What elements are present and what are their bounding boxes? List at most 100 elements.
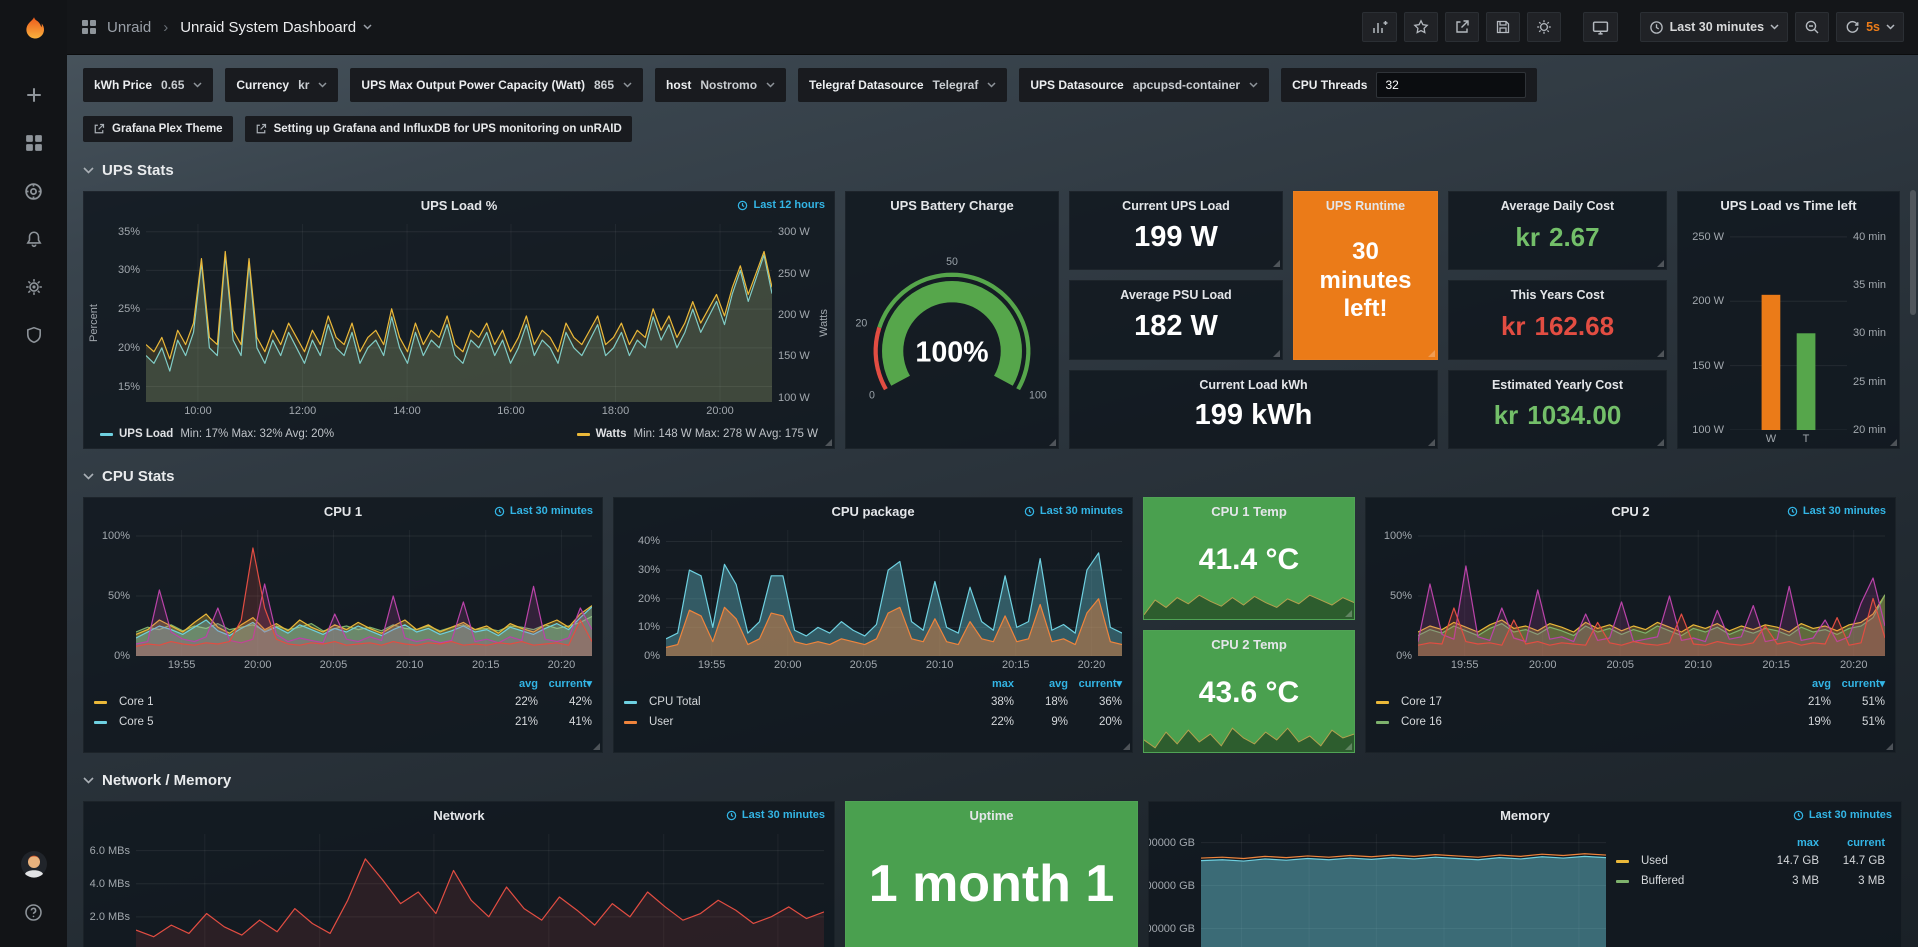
panel-title[interactable]: CPU 2 Temp: [1211, 637, 1287, 652]
add-panel-button[interactable]: [1362, 12, 1397, 42]
legend-sort-header[interactable]: current▾: [1831, 677, 1885, 690]
sidebar-item-configuration[interactable]: [13, 266, 55, 308]
legend-sort-header[interactable]: current: [1819, 837, 1885, 849]
legend-row[interactable]: Buffered3 MB3 MB: [1616, 871, 1885, 891]
sidebar-item-alerting[interactable]: [13, 218, 55, 260]
panel-time-range[interactable]: Last 30 minutes: [1024, 498, 1123, 524]
dashboard-title[interactable]: Unraid System Dashboard: [180, 19, 372, 36]
time-range-picker[interactable]: Last 30 minutes: [1640, 12, 1788, 42]
panel-time-range[interactable]: Last 12 hours: [737, 192, 825, 218]
panel-time-range[interactable]: Last 30 minutes: [726, 802, 825, 828]
variable-value[interactable]: Telegraf: [933, 78, 979, 92]
legend-row[interactable]: CPU Total38%18%36%: [624, 692, 1122, 712]
variable-telegraf-datasource[interactable]: Telegraf DatasourceTelegraf: [798, 68, 1007, 102]
panel-title[interactable]: Average Daily Cost: [1449, 199, 1666, 213]
legend-sort-header[interactable]: avg: [1777, 678, 1831, 690]
refresh-picker[interactable]: 5s: [1836, 12, 1904, 42]
legend-sort-header[interactable]: max: [960, 678, 1014, 690]
help-icon[interactable]: [13, 891, 55, 933]
memory-chart[interactable]: 50.000000 GB60.000000 GB70.000000 GB: [1149, 828, 1616, 947]
panel-title[interactable]: Uptime: [969, 808, 1013, 823]
variable-host[interactable]: hostNostromo: [655, 68, 786, 102]
legend-sort-header[interactable]: max: [1753, 837, 1819, 849]
ups-load-vs-time-chart[interactable]: 100 W150 W200 W250 W20 min25 min30 min35…: [1678, 218, 1899, 448]
legend-sort-header[interactable]: current▾: [1068, 677, 1122, 690]
legend-row[interactable]: User22%9%20%: [624, 712, 1122, 732]
variable-value[interactable]: 0.65: [161, 78, 184, 92]
legend-row[interactable]: Core 521%41%: [94, 712, 592, 732]
zoom-out-button[interactable]: [1795, 12, 1829, 42]
section-header-cpu[interactable]: CPU Stats: [83, 465, 1902, 487]
variable-kwh-price[interactable]: kWh Price0.65: [83, 68, 213, 102]
panel-time-range[interactable]: Last 30 minutes: [494, 498, 593, 524]
panel-title[interactable]: CPU 1: [324, 504, 362, 519]
panel-time-range[interactable]: Last 30 minutes: [1793, 802, 1892, 828]
star-dashboard-button[interactable]: [1404, 12, 1438, 42]
variable-value[interactable]: apcupsd-container: [1133, 78, 1240, 92]
variable-ups-max-output-power-capacity-watt[interactable]: UPS Max Output Power Capacity (Watt)865: [350, 68, 643, 102]
variable-ups-datasource[interactable]: UPS Datasourceapcupsd-container: [1019, 68, 1269, 102]
legend-row[interactable]: Core 1619%51%: [1376, 712, 1885, 732]
variable-cpu-threads[interactable]: CPU Threads: [1281, 68, 1537, 102]
panel-title[interactable]: This Years Cost: [1449, 288, 1666, 302]
panel-title[interactable]: Current Load kWh: [1070, 378, 1437, 392]
cycle-view-mode-button[interactable]: [1583, 12, 1618, 42]
sidebar-item-server-admin[interactable]: [13, 314, 55, 356]
scrollbar-thumb[interactable]: [1910, 190, 1916, 315]
chart-plot[interactable]: [1418, 530, 1885, 656]
dashboard-link[interactable]: Setting up Grafana and InfluxDB for UPS …: [245, 116, 632, 142]
battery-gauge[interactable]: 02050100100%: [846, 218, 1058, 448]
legend-item[interactable]: UPS Load Min: 17% Max: 32% Avg: 20%: [100, 428, 334, 440]
panel-title[interactable]: Network: [433, 808, 484, 823]
legend-sort-header[interactable]: current▾: [538, 677, 592, 690]
panel-title[interactable]: Current UPS Load: [1070, 199, 1282, 213]
panel-title[interactable]: UPS Load %: [421, 198, 498, 213]
share-dashboard-button[interactable]: [1445, 12, 1479, 42]
dashboard-settings-button[interactable]: [1527, 12, 1561, 42]
cpu1-chart[interactable]: 0%50%100%19:5520:0020:0520:1020:1520:20: [84, 524, 602, 674]
panel-title[interactable]: Estimated Yearly Cost: [1449, 378, 1666, 392]
dashboard-picker-icon[interactable]: [81, 19, 97, 35]
cpu2-chart[interactable]: 0%50%100%19:5520:0020:0520:1020:1520:20: [1366, 524, 1895, 674]
panel-title[interactable]: UPS Load vs Time left: [1720, 198, 1856, 213]
variable-input[interactable]: [1376, 72, 1526, 98]
dashboard-link[interactable]: Grafana Plex Theme: [83, 116, 233, 142]
variable-currency[interactable]: Currencykr: [225, 68, 338, 102]
panel-title[interactable]: CPU package: [831, 504, 914, 519]
panel-title[interactable]: CPU 1 Temp: [1211, 504, 1287, 519]
breadcrumb-app[interactable]: Unraid: [107, 19, 151, 36]
legend-row[interactable]: Core 122%42%: [94, 692, 592, 712]
save-dashboard-button[interactable]: [1486, 12, 1520, 42]
variable-value[interactable]: Nostromo: [700, 78, 757, 92]
variable-value[interactable]: kr: [298, 78, 309, 92]
panel-title[interactable]: CPU 2: [1611, 504, 1649, 519]
grafana-logo[interactable]: [11, 8, 57, 54]
legend-sort-header[interactable]: avg: [1014, 678, 1068, 690]
chart-plot[interactable]: [666, 530, 1122, 656]
panel-time-range[interactable]: Last 30 minutes: [1787, 498, 1886, 524]
user-avatar[interactable]: [13, 843, 55, 885]
panel-title[interactable]: UPS Battery Charge: [890, 198, 1014, 213]
chart-plot[interactable]: [136, 834, 824, 947]
network-chart[interactable]: 2.0 MBs4.0 MBs6.0 MBs: [84, 828, 834, 947]
panel-title[interactable]: Average PSU Load: [1070, 288, 1282, 302]
ups-load-chart[interactable]: 15%20%25%30%35%Percent100 W150 W200 W250…: [84, 218, 834, 420]
section-header-network-memory[interactable]: Network / Memory: [83, 769, 1902, 791]
cpu-package-chart[interactable]: 0%10%20%30%40%19:5520:0020:0520:1020:152…: [614, 524, 1132, 674]
chart-plot[interactable]: [146, 224, 772, 402]
panel-title[interactable]: UPS Runtime: [1294, 199, 1437, 213]
chart-plot[interactable]: [1201, 834, 1606, 947]
panel-title[interactable]: Memory: [1500, 808, 1550, 823]
page-scrollbar[interactable]: [1909, 55, 1918, 947]
chart-plot[interactable]: [1730, 224, 1847, 430]
variable-value[interactable]: 865: [594, 78, 614, 92]
legend-row[interactable]: Used14.7 GB14.7 GB: [1616, 851, 1885, 871]
sidebar-item-create[interactable]: [13, 74, 55, 116]
legend-item[interactable]: Watts Min: 148 W Max: 278 W Avg: 175 W: [577, 428, 818, 440]
sidebar-item-explore[interactable]: [13, 170, 55, 212]
legend-sort-header[interactable]: avg: [484, 678, 538, 690]
sidebar-item-dashboards[interactable]: [13, 122, 55, 164]
chart-plot[interactable]: [136, 530, 592, 656]
section-header-ups[interactable]: UPS Stats: [83, 159, 1902, 181]
legend-row[interactable]: Core 1721%51%: [1376, 692, 1885, 712]
